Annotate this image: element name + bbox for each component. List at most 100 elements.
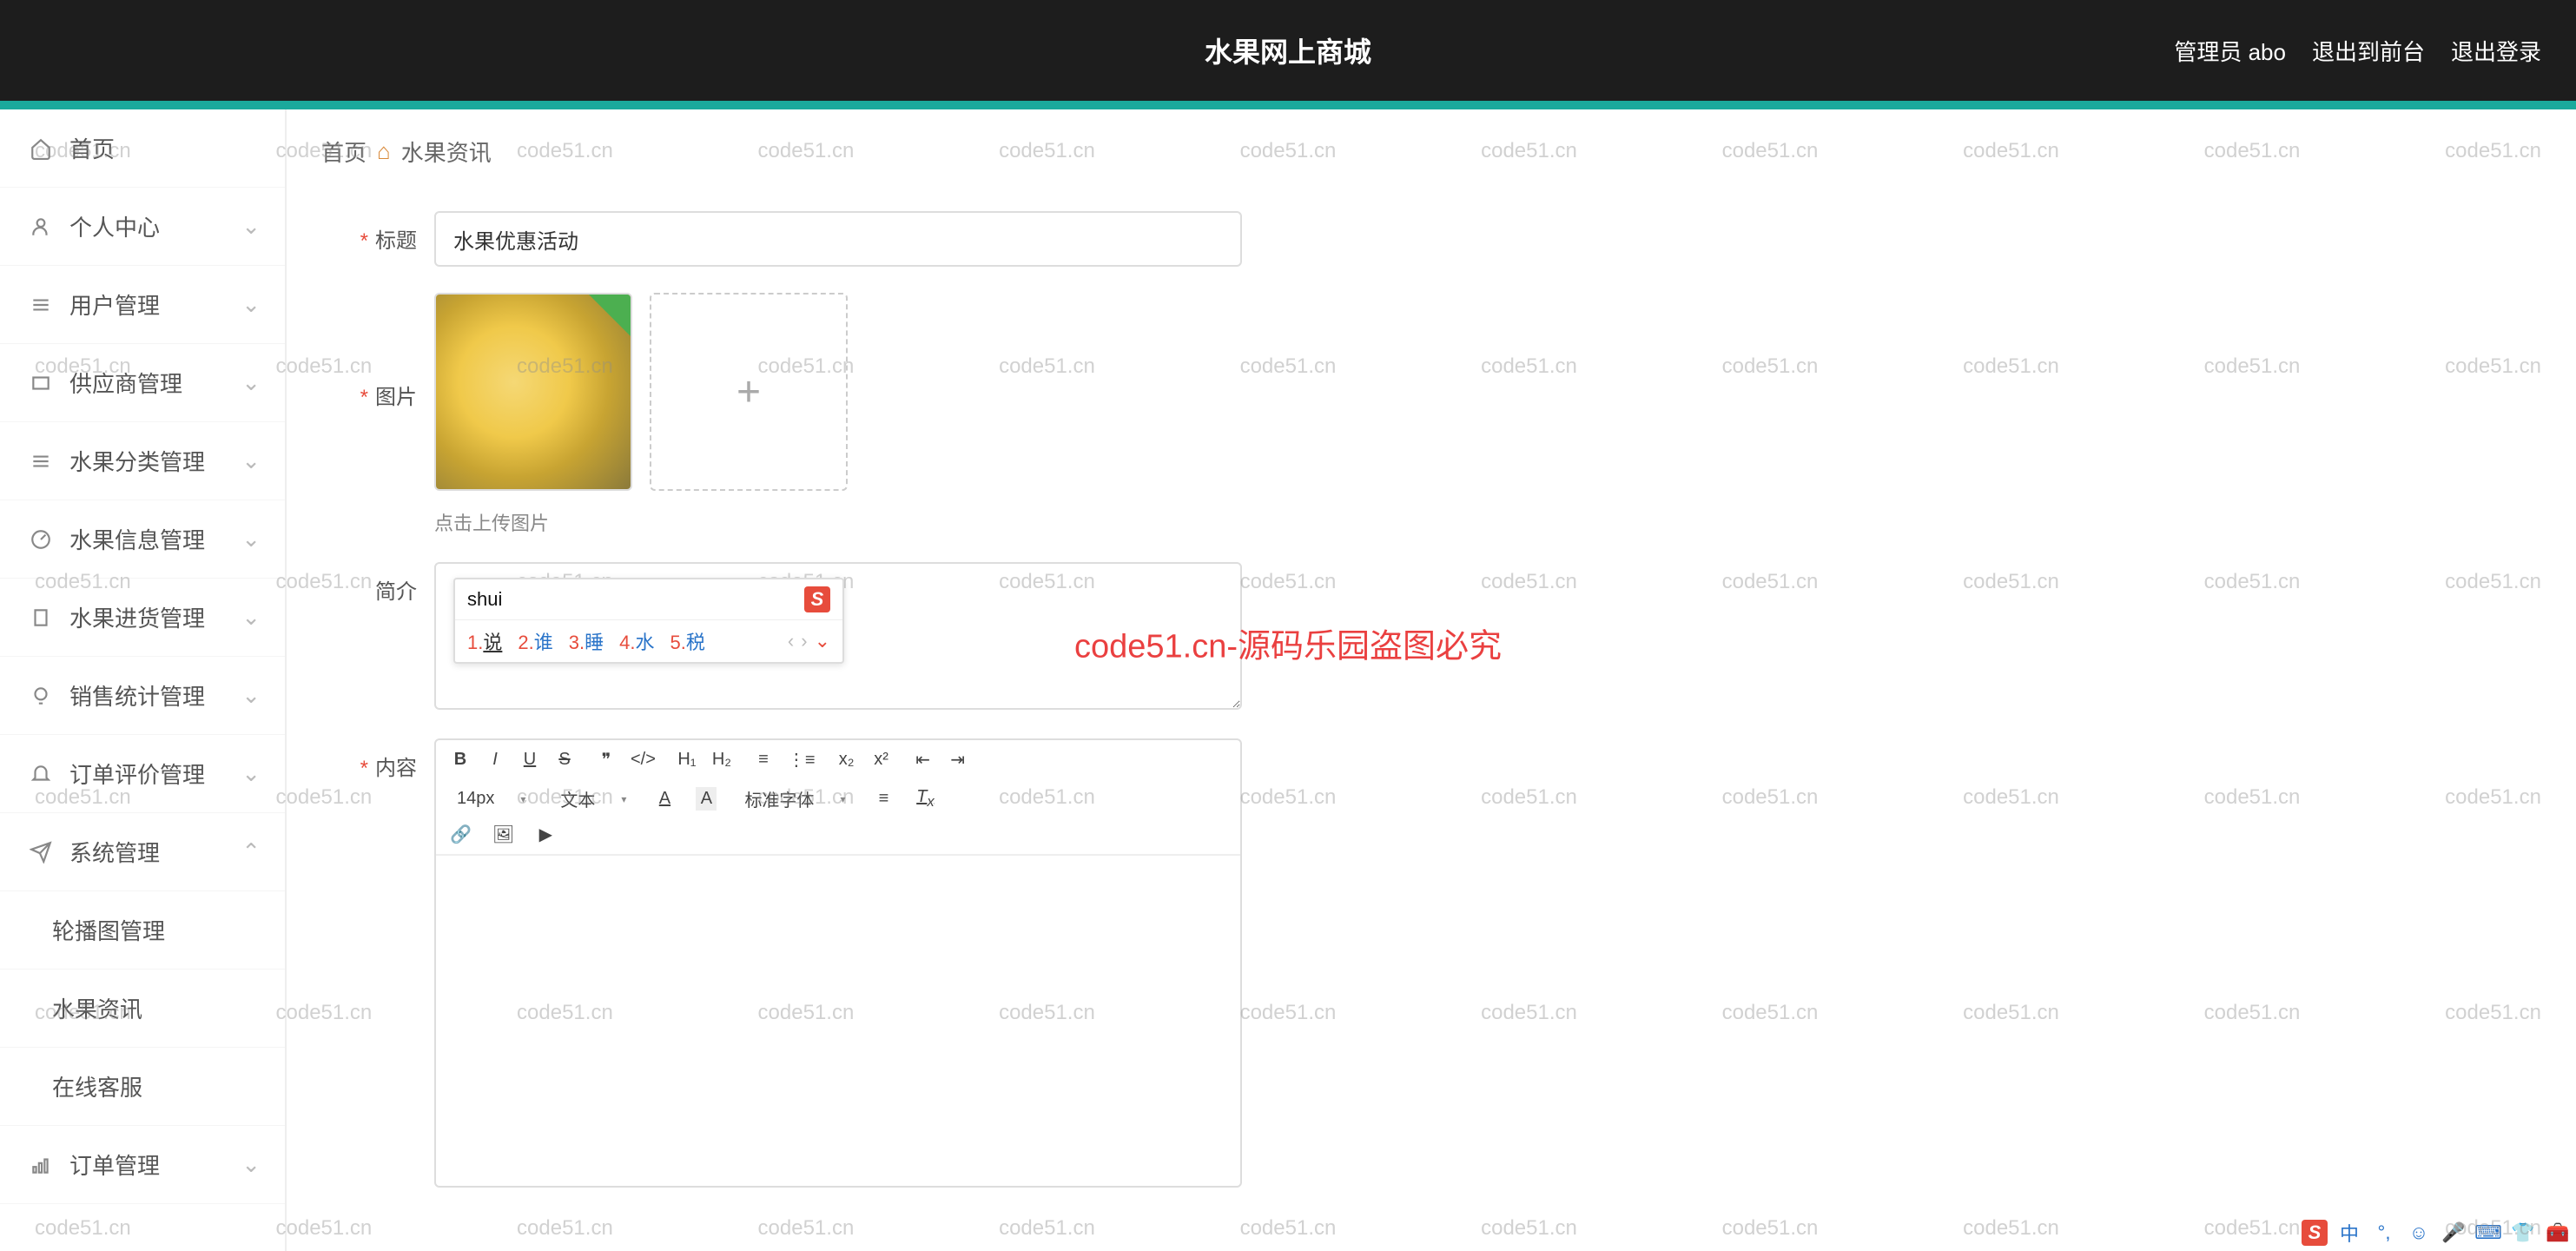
send-icon bbox=[30, 841, 54, 864]
uploaded-image-thumb[interactable] bbox=[434, 293, 632, 491]
ime-next-icon[interactable]: › bbox=[801, 630, 807, 652]
breadcrumb-home-icon: ⌂ bbox=[377, 138, 391, 165]
image-label: *图片 bbox=[321, 293, 434, 410]
app-header: 水果网上商城 管理员 abo 退出到前台 退出登录 bbox=[0, 0, 2576, 101]
chevron-down-icon: ⌄ bbox=[241, 682, 261, 709]
link-button[interactable]: 🔗 bbox=[450, 824, 472, 845]
list-icon bbox=[30, 450, 54, 473]
sidebar-item-system[interactable]: 系统管理 ⌃ bbox=[0, 813, 285, 891]
ime-voice-icon[interactable]: 🎤 bbox=[2441, 1220, 2467, 1246]
editor-toolbar: B I U S ❞ </> H₁ H₂ ≡ ⋮≡ bbox=[436, 740, 1240, 856]
bg-color-button[interactable]: A bbox=[696, 787, 717, 811]
chevron-down-icon: ⌄ bbox=[241, 760, 261, 787]
sidebar-item-sales-stats[interactable]: 销售统计管理 ⌄ bbox=[0, 657, 285, 735]
header-actions: 管理员 abo 退出到前台 退出登录 bbox=[2174, 35, 2541, 67]
ime-skin-icon[interactable]: 👕 bbox=[2510, 1220, 2536, 1246]
ime-candidate-4[interactable]: 4.水 bbox=[619, 627, 654, 655]
sidebar-item-users[interactable]: 用户管理 ⌄ bbox=[0, 266, 285, 344]
sidebar-item-categories[interactable]: 水果分类管理 ⌄ bbox=[0, 422, 285, 500]
content-label: *内容 bbox=[321, 738, 434, 781]
clipboard-icon bbox=[30, 606, 54, 629]
align-button[interactable]: ≡ bbox=[873, 789, 894, 809]
text-type-select[interactable]: 文本▾ bbox=[553, 786, 633, 811]
sidebar-item-reviews[interactable]: 订单评价管理 ⌄ bbox=[0, 735, 285, 813]
box-icon bbox=[30, 372, 54, 394]
sidebar-item-label: 供应商管理 bbox=[69, 367, 182, 399]
chevron-down-icon: ⌄ bbox=[241, 447, 261, 474]
ime-lang-icon[interactable]: 中 bbox=[2336, 1220, 2362, 1246]
sidebar-item-label: 订单评价管理 bbox=[69, 758, 205, 790]
ime-candidate-3[interactable]: 3.睡 bbox=[569, 627, 604, 655]
text-color-button[interactable]: A bbox=[654, 789, 675, 809]
form-row-title: *标题 bbox=[321, 211, 2541, 267]
ime-dropdown-icon[interactable]: ⌄ bbox=[815, 630, 830, 652]
underline-button[interactable]: U bbox=[519, 750, 540, 770]
plus-icon: + bbox=[736, 368, 761, 416]
breadcrumb-home[interactable]: 首页 bbox=[321, 136, 367, 168]
bold-button[interactable]: B bbox=[450, 750, 471, 770]
h1-button[interactable]: H₁ bbox=[677, 750, 697, 770]
sidebar-item-support[interactable]: 在线客服 bbox=[0, 1048, 285, 1126]
editor-content-area[interactable] bbox=[436, 856, 1240, 1186]
upload-image-button[interactable]: + bbox=[650, 293, 848, 491]
strikethrough-button[interactable]: S bbox=[554, 750, 575, 770]
chevron-up-icon: ⌃ bbox=[241, 838, 261, 865]
sidebar-item-label: 订单管理 bbox=[69, 1148, 160, 1181]
sidebar-item-label: 系统管理 bbox=[69, 836, 160, 868]
clear-format-button[interactable]: Tx bbox=[915, 787, 935, 811]
video-button[interactable]: ▶ bbox=[535, 824, 556, 845]
sidebar-item-label: 水果资讯 bbox=[52, 992, 142, 1024]
italic-button[interactable]: I bbox=[485, 750, 505, 770]
sidebar-item-label: 首页 bbox=[69, 132, 115, 164]
sidebar-item-orders[interactable]: 订单管理 ⌄ bbox=[0, 1126, 285, 1204]
indent-button[interactable]: ⇥ bbox=[948, 749, 968, 771]
sogou-tray-icon[interactable]: S bbox=[2302, 1220, 2328, 1246]
ime-candidate-2[interactable]: 2.谁 bbox=[518, 627, 552, 655]
chevron-down-icon: ⌄ bbox=[241, 213, 261, 240]
ime-punct-icon[interactable]: °, bbox=[2371, 1220, 2397, 1246]
image-button[interactable]: 🖼 bbox=[492, 824, 514, 845]
system-tray: S 中 °, ☺ 🎤 ⌨ 👕 🧰 bbox=[2302, 1220, 2571, 1246]
sidebar-item-news[interactable]: 水果资讯 bbox=[0, 970, 285, 1048]
ime-toolbox-icon[interactable]: 🧰 bbox=[2545, 1220, 2571, 1246]
font-family-select[interactable]: 标准字体▾ bbox=[737, 786, 852, 811]
h2-button[interactable]: H₂ bbox=[711, 750, 732, 770]
sidebar-item-home[interactable]: 首页 bbox=[0, 109, 285, 188]
bullet-list-button[interactable]: ⋮≡ bbox=[788, 749, 816, 771]
admin-label[interactable]: 管理员 abo bbox=[2174, 35, 2286, 67]
code-button[interactable]: </> bbox=[631, 750, 656, 770]
ime-prev-icon[interactable]: ‹ bbox=[788, 630, 794, 652]
quote-button[interactable]: ❞ bbox=[596, 749, 617, 771]
sidebar-item-label: 轮播图管理 bbox=[52, 914, 165, 946]
sidebar-item-fruit-info[interactable]: 水果信息管理 ⌄ bbox=[0, 500, 285, 579]
form-row-intro: 简介 shui S 1.说 2.谁 3.睡 4.水 5.税 ‹›⌄ bbox=[321, 562, 2541, 712]
rich-text-editor: B I U S ❞ </> H₁ H₂ ≡ ⋮≡ bbox=[434, 738, 1242, 1188]
sidebar-item-profile[interactable]: 个人中心 ⌄ bbox=[0, 188, 285, 266]
sidebar-item-label: 水果分类管理 bbox=[69, 445, 205, 477]
ime-candidate-5[interactable]: 5.税 bbox=[670, 627, 705, 655]
title-input[interactable] bbox=[434, 211, 1242, 267]
chevron-down-icon: ⌄ bbox=[241, 526, 261, 553]
superscript-button[interactable]: x² bbox=[871, 750, 892, 770]
ime-candidate-1[interactable]: 1.说 bbox=[467, 627, 502, 655]
sidebar-item-carousel[interactable]: 轮播图管理 bbox=[0, 891, 285, 970]
sidebar-item-suppliers[interactable]: 供应商管理 ⌄ bbox=[0, 344, 285, 422]
ime-keyboard-icon[interactable]: ⌨ bbox=[2475, 1220, 2501, 1246]
font-size-select[interactable]: 14px▾ bbox=[450, 789, 532, 809]
home-icon bbox=[30, 137, 54, 160]
ordered-list-button[interactable]: ≡ bbox=[753, 750, 774, 770]
outdent-button[interactable]: ⇤ bbox=[913, 749, 934, 771]
ime-typed-text: shui bbox=[467, 588, 502, 611]
sidebar-item-label: 个人中心 bbox=[69, 210, 160, 242]
exit-to-front-link[interactable]: 退出到前台 bbox=[2312, 35, 2425, 67]
sidebar-item-label: 水果信息管理 bbox=[69, 523, 205, 555]
chevron-down-icon: ⌄ bbox=[241, 604, 261, 631]
subscript-button[interactable]: x₂ bbox=[836, 750, 857, 770]
sidebar-item-label: 用户管理 bbox=[69, 288, 160, 321]
ime-emoji-icon[interactable]: ☺ bbox=[2406, 1220, 2432, 1246]
form-row-image: *图片 + 点击上传图片 bbox=[321, 293, 2541, 536]
chevron-down-icon: ⌄ bbox=[241, 369, 261, 396]
logout-link[interactable]: 退出登录 bbox=[2451, 35, 2541, 67]
sidebar-item-purchase[interactable]: 水果进货管理 ⌄ bbox=[0, 579, 285, 657]
main-content: 首页 ⌂ 水果资讯 *标题 *图片 + 点击上传图片 简介 bbox=[287, 109, 2576, 1251]
